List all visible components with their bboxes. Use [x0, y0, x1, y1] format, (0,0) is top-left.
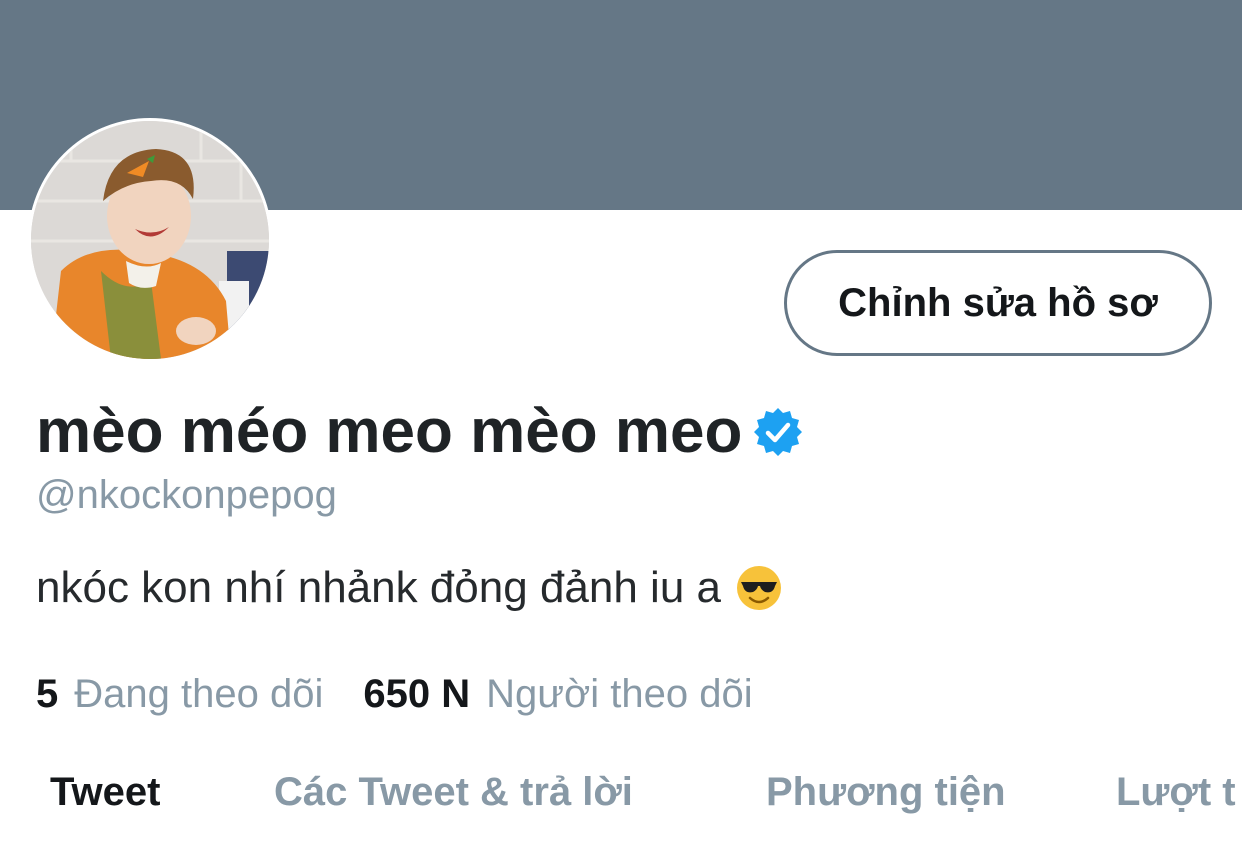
following-stat[interactable]: 5 Đang theo dõi: [36, 670, 323, 718]
tab-tweets-and-replies[interactable]: Các Tweet & trả lời: [274, 764, 633, 820]
followers-count: 650 N: [363, 672, 471, 716]
following-label: Đang theo dõi: [74, 672, 324, 716]
edit-profile-button[interactable]: Chỉnh sửa hồ sơ: [784, 250, 1212, 356]
profile-page: Chỉnh sửa hồ sơ mèo méo meo mèo meo @nko…: [0, 0, 1242, 843]
bio-text: nkóc kon nhí nhảnk đỏng đảnh iu a: [36, 563, 721, 612]
following-count: 5: [36, 672, 59, 716]
follow-stats: 5 Đang theo dõi 650 N Người theo dõi: [36, 670, 753, 718]
display-name: mèo méo meo mèo meo: [36, 397, 743, 466]
avatar[interactable]: [28, 118, 272, 362]
user-handle: @nkockonpepog: [36, 473, 337, 517]
tab-likes[interactable]: Lượt t: [1116, 764, 1236, 820]
profile-bio: nkóc kon nhí nhảnk đỏng đảnh iu a: [36, 560, 783, 616]
followers-stat[interactable]: 650 N Người theo dõi: [363, 670, 752, 718]
tab-tweets[interactable]: Tweet: [50, 764, 160, 820]
tab-media[interactable]: Phương tiện: [766, 764, 1006, 820]
followers-label: Người theo dõi: [486, 672, 753, 716]
sunglasses-emoji-icon: [735, 564, 783, 612]
profile-tabs: Tweet Các Tweet & trả lời Phương tiện Lư…: [0, 760, 1242, 830]
name-row: mèo méo meo mèo meo: [36, 394, 804, 470]
verified-badge-icon: [752, 406, 804, 458]
avatar-photo: [31, 121, 269, 359]
